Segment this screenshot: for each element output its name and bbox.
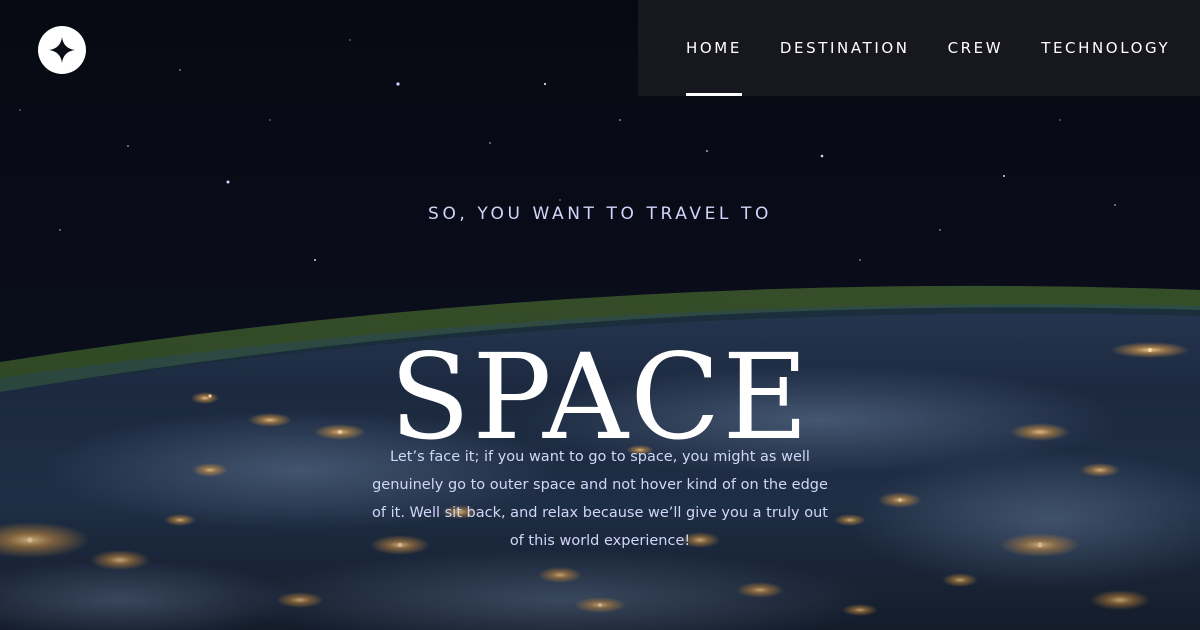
home-page: HOME DESTINATION CREW TECHNOLOGY SO, YOU… <box>0 0 1200 630</box>
hero-section: SO, YOU WANT TO TRAVEL TO SPACE Let’s fa… <box>0 0 1200 630</box>
hero-eyebrow: SO, YOU WANT TO TRAVEL TO <box>428 204 772 224</box>
hero-description: Let’s face it; if you want to go to spac… <box>372 448 828 549</box>
